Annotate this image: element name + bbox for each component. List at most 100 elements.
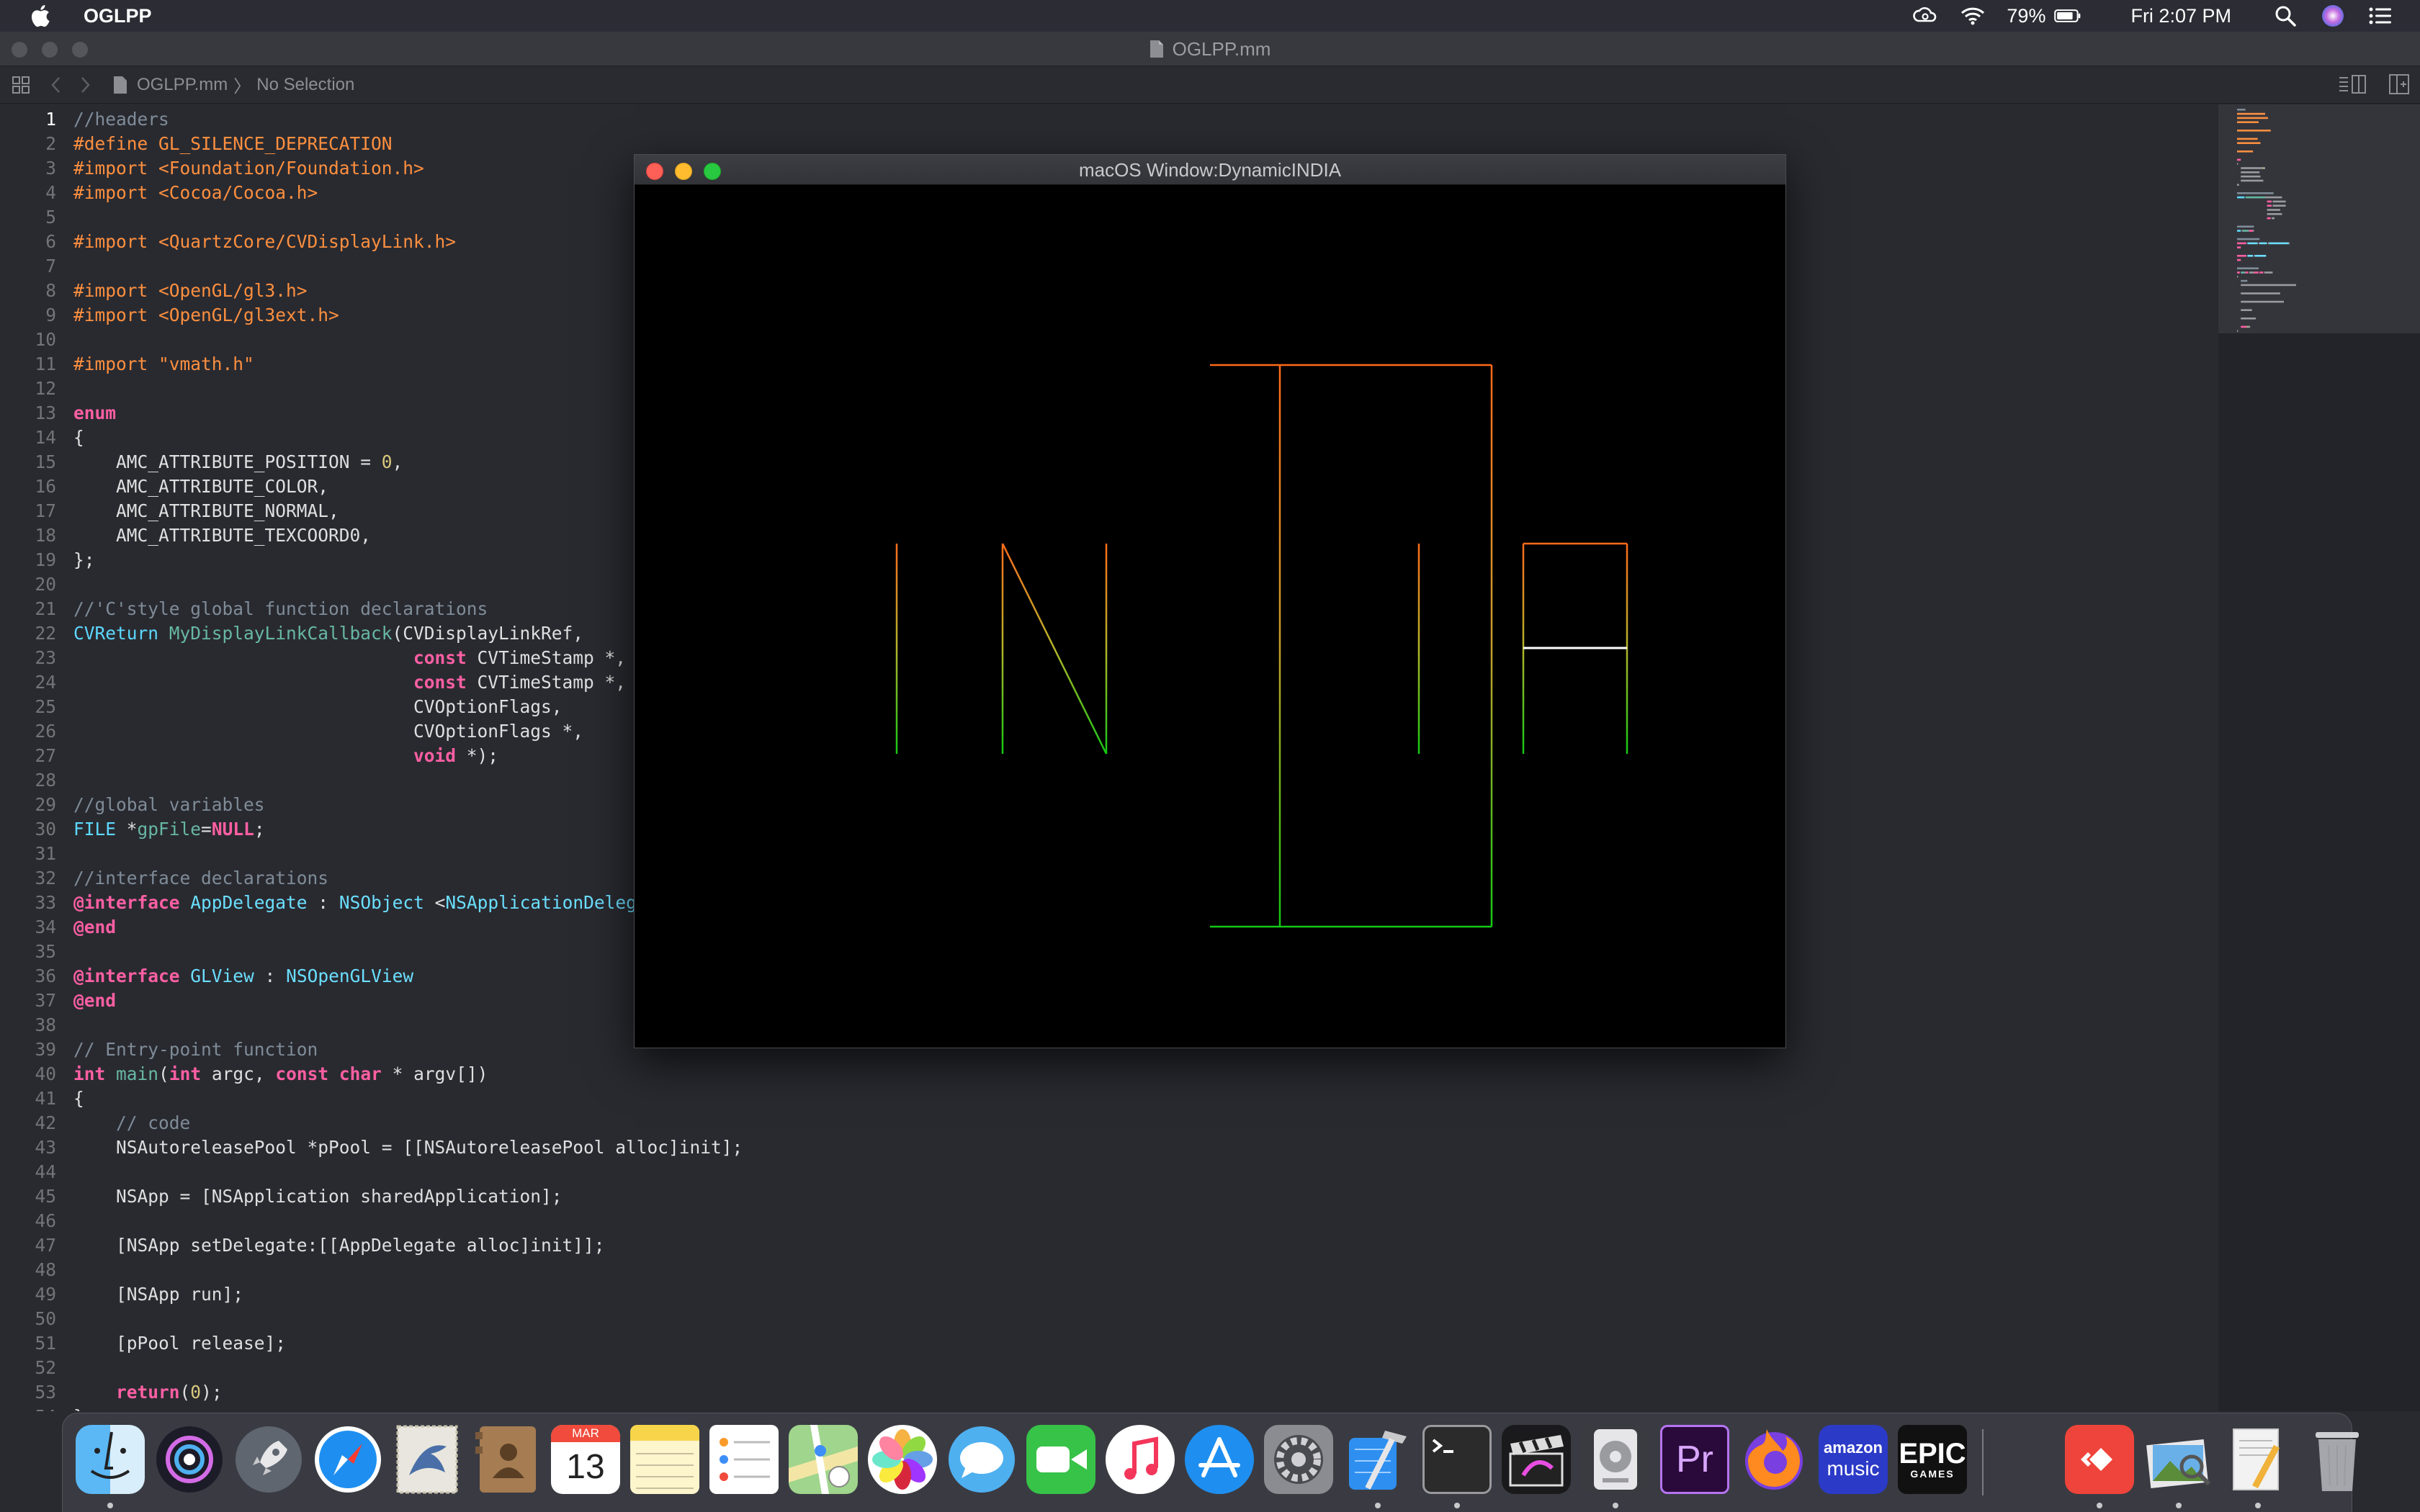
dock-epic-games[interactable]: EPIC GAMES: [1898, 1425, 1967, 1494]
code-line[interactable]: 1 //headers: [0, 107, 2218, 132]
minimap-code-mark: [2241, 171, 2260, 174]
code-line[interactable]: 49 [NSApp run];: [0, 1282, 2218, 1307]
code-text: [NSApp run];: [73, 1284, 244, 1305]
back-chevron-icon[interactable]: [50, 76, 62, 94]
line-number: 38: [35, 1014, 56, 1035]
battery-icon[interactable]: [2054, 5, 2081, 27]
menubar-clock[interactable]: Fri 2:07 PM: [2130, 5, 2231, 27]
minimap-code-mark: [2288, 242, 2290, 245]
minimap[interactable]: [2218, 104, 2420, 1411]
dock-siri[interactable]: [155, 1425, 224, 1494]
code-text: #import <OpenGL/gl3ext.h>: [73, 305, 339, 325]
games-label: GAMES: [1910, 1468, 1955, 1480]
add-editor-icon[interactable]: [2388, 73, 2410, 95]
code-line[interactable]: 41 {: [0, 1086, 2218, 1111]
app-store-icon: [1198, 1437, 1240, 1477]
dock-calendar[interactable]: MAR 13: [551, 1425, 620, 1494]
code-text: #define GL_SILENCE_DEPRECATION: [73, 133, 393, 154]
menu-bar: OGLPP 79% Fri 2:07 PM: [0, 0, 2420, 32]
dock-final-cut-pro[interactable]: [1502, 1425, 1571, 1494]
code-text: };: [73, 549, 95, 570]
code-line[interactable]: 44: [0, 1160, 2218, 1184]
line-number: 12: [35, 378, 56, 399]
dock-messages[interactable]: [947, 1425, 1016, 1494]
line-number: 42: [35, 1112, 56, 1133]
dock-instruments[interactable]: [2223, 1425, 2293, 1494]
line-number: 35: [35, 941, 56, 962]
code-line[interactable]: 48: [0, 1258, 2218, 1282]
code-text: // code: [116, 1112, 191, 1133]
dock-maps[interactable]: [789, 1425, 858, 1494]
dock-xcode[interactable]: [1343, 1425, 1412, 1494]
dock-firefox[interactable]: [1739, 1425, 1809, 1494]
line-number: 14: [35, 427, 56, 448]
code-line[interactable]: 47 [NSApp setDelegate:[[AppDelegate allo…: [0, 1233, 2218, 1258]
line-number: 5: [45, 207, 56, 228]
line-number: 43: [35, 1137, 56, 1158]
code-line[interactable]: 46: [0, 1209, 2218, 1233]
dock-finder[interactable]: [76, 1425, 145, 1494]
apple-menu-icon[interactable]: [29, 3, 55, 29]
code-line[interactable]: 50: [0, 1307, 2218, 1331]
code-line[interactable]: 42 // code: [0, 1111, 2218, 1135]
line-number: 8: [45, 280, 56, 301]
dock-music[interactable]: [1106, 1425, 1175, 1494]
dock-compressor[interactable]: [1581, 1425, 1650, 1494]
code-line[interactable]: 51 [pPool release];: [0, 1331, 2218, 1356]
line-number: 9: [45, 305, 56, 325]
dock-launchpad[interactable]: [234, 1425, 303, 1494]
dock-premiere-pro[interactable]: Pr: [1660, 1425, 1729, 1494]
code-text: @end: [73, 990, 117, 1011]
active-app-name[interactable]: OGLPP: [84, 5, 152, 27]
opengl-window[interactable]: macOS Window:DynamicINDIA: [634, 154, 1786, 1048]
code-line[interactable]: 40 int main(int argc, const char * argv[]…: [0, 1062, 2218, 1086]
dock-notes[interactable]: [630, 1425, 699, 1494]
minimap-code-mark: [2264, 271, 2273, 274]
code-line[interactable]: 2 #define GL_SILENCE_DEPRECATION: [0, 132, 2218, 156]
gl-window-titlebar[interactable]: macOS Window:DynamicINDIA: [635, 155, 1785, 185]
breadcrumb-selection[interactable]: No Selection: [256, 75, 354, 95]
dock-mail[interactable]: [393, 1425, 462, 1494]
dock-terminal[interactable]: [1422, 1425, 1492, 1494]
dock-reminders[interactable]: [709, 1425, 779, 1494]
code-text: #import "vmath.h": [73, 354, 254, 374]
line-number: 33: [35, 892, 56, 913]
dock-photos[interactable]: [868, 1425, 937, 1494]
line-number: 48: [35, 1259, 56, 1280]
notification-center-icon[interactable]: [2367, 5, 2394, 27]
siri-icon[interactable]: [2319, 5, 2347, 27]
minimap-code-mark: [2237, 258, 2241, 261]
creative-cloud-icon[interactable]: [1912, 5, 1939, 27]
line-number: 2: [45, 133, 56, 154]
breadcrumb-file[interactable]: OGLPP.mm: [137, 75, 228, 95]
line-number: 3: [45, 158, 56, 179]
dock-trash[interactable]: [2303, 1425, 2372, 1494]
spotlight-search-icon[interactable]: [2272, 5, 2299, 27]
related-items-grid-icon[interactable]: [12, 76, 30, 94]
line-number: 49: [35, 1284, 56, 1305]
dock-anydesk[interactable]: [2065, 1425, 2134, 1494]
line-number: 24: [35, 672, 56, 693]
line-number: 6: [45, 231, 56, 252]
line-number: 20: [35, 574, 56, 595]
code-line[interactable]: 52: [0, 1356, 2218, 1380]
editor-options-icon[interactable]: [2338, 73, 2367, 95]
code-line[interactable]: 43 NSAutoreleasePool *pPool = [[NSAutore…: [0, 1135, 2218, 1160]
dock-preview[interactable]: [2144, 1425, 2213, 1494]
forward-chevron-icon[interactable]: [79, 76, 91, 94]
dock-facetime[interactable]: [1026, 1425, 1095, 1494]
dock-app-store[interactable]: [1185, 1425, 1254, 1494]
dock-safari[interactable]: [313, 1425, 382, 1494]
code-text: AMC_ATTRIBUTE_POSITION = 0,: [73, 451, 403, 472]
wifi-icon[interactable]: [1959, 5, 1986, 27]
line-number: 34: [35, 917, 56, 937]
preview-photos-icon: [2146, 1439, 2211, 1489]
dock-contacts[interactable]: [472, 1425, 541, 1494]
minimap-code-mark: [2237, 242, 2246, 245]
code-line[interactable]: 45 NSApp = [NSApplication sharedApplicat…: [0, 1184, 2218, 1209]
dock-system-preferences[interactable]: [1264, 1425, 1333, 1494]
code-line[interactable]: 53 return(0);: [0, 1380, 2218, 1405]
minimap-code-mark: [2237, 158, 2241, 161]
dock-amazon-music[interactable]: amazon music: [1819, 1425, 1888, 1494]
code-line[interactable]: 54}: [0, 1405, 2218, 1411]
